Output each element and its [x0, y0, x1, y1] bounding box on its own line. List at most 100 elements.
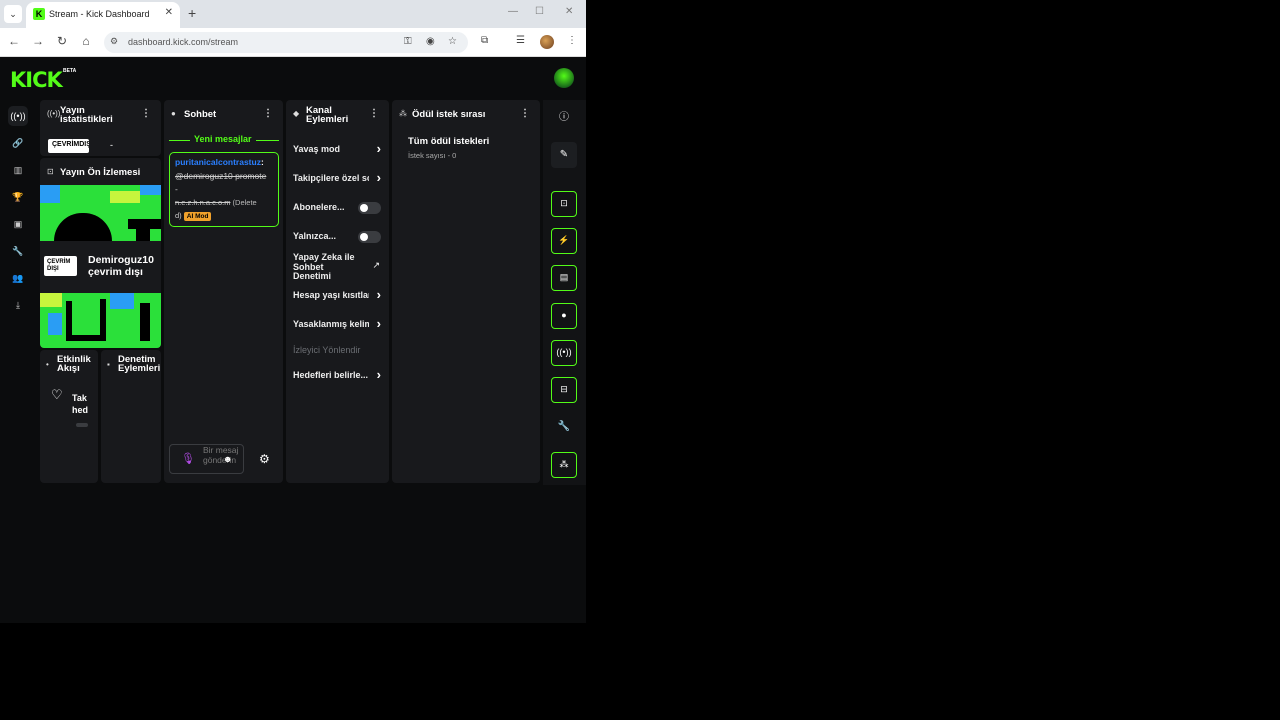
message-line-3: n.e.z.h.n.a.c.o.m (Delete [175, 198, 257, 207]
chevron-right-icon[interactable]: › [377, 316, 381, 331]
channel-actions-title: Kanal Eylemleri [306, 105, 349, 125]
forward-arrow-icon[interactable]: → [30, 34, 46, 48]
chat-input[interactable]: 🎙 Bir mesaj gönderin ☻ [169, 444, 244, 474]
channel-actions-menu-icon[interactable]: ⋮ [369, 108, 379, 119]
message-line-1: @demiroguz10 promote [175, 171, 267, 181]
nav-trophy-icon[interactable]: 🏆 [8, 187, 28, 207]
nav-users-icon[interactable]: 👥 [8, 268, 28, 288]
action-followers-only[interactable]: Takipçilere özel sohbet › [293, 170, 381, 188]
nav-video-library-icon[interactable]: ▣ [8, 214, 28, 234]
maximize-icon[interactable]: ☐ [535, 6, 544, 17]
profile-avatar[interactable] [540, 35, 554, 49]
panel-broadcast-icon[interactable]: ((•)) [551, 340, 577, 366]
browser-menu-icon[interactable]: ⋮ [567, 35, 577, 46]
edit-pencil-icon[interactable]: ✎ [551, 142, 577, 168]
browser-window: ⌄ K Stream - Kick Dashboard ✕ + — ☐ ✕ ← … [0, 0, 586, 623]
offline-status-badge: ÇEVRİMDIŞI [48, 139, 89, 153]
channel-actions-icon: ◆ [293, 109, 300, 118]
stream-preview-panel: ⊡ Yayın Ön İzlemesi ÇEVRİM DIŞI Demirogu… [40, 158, 161, 348]
kick-logo[interactable]: KICK [10, 68, 63, 92]
account-age-label: Hesap yaşı kısıtlaması [293, 290, 369, 300]
action-account-age[interactable]: Hesap yaşı kısıtlaması › [293, 287, 381, 305]
site-info-icon[interactable]: ⚙ [110, 36, 118, 47]
minimize-icon[interactable]: — [508, 6, 518, 17]
subscribers-only-toggle[interactable] [358, 202, 381, 214]
stats-menu-icon[interactable]: ⋮ [141, 108, 151, 119]
back-arrow-icon[interactable]: ← [6, 34, 22, 48]
activity-feed-panel: • Etkinlik Akışı ♡ Tak hed [40, 350, 98, 483]
rewards-icon: ⁂ [399, 109, 407, 118]
deleted-label: (Delete [232, 198, 257, 207]
stats-value: - [110, 140, 113, 150]
address-bar[interactable]: ⚙ dashboard.kick.com/stream ⚿ ◉ ☆ [104, 32, 468, 53]
window-close-icon[interactable]: ✕ [565, 6, 573, 17]
action-subscribers-only[interactable]: Abonelere... [293, 199, 381, 217]
chevron-right-icon[interactable]: › [377, 367, 381, 382]
microphone-icon[interactable]: 🎙 [181, 452, 195, 465]
nav-wrench-icon[interactable]: 🔧 [8, 241, 28, 261]
chat-settings-gear-icon[interactable]: ⚙ [259, 452, 270, 466]
eye-slash-icon[interactable]: ◉ [426, 36, 435, 47]
stream-stats-panel: ((•)) Yayın istatistikleri ⋮ ÇEVRİMDIŞI … [40, 100, 161, 156]
chat-menu-icon[interactable]: ⋮ [263, 108, 273, 119]
reward-queue-panel: ⁂ Ödül istek sırası ⋮ Tüm ödül istekleri… [392, 100, 540, 483]
message-username[interactable]: puritanicalcontrastuz [175, 157, 261, 167]
panel-layout-icon[interactable]: ⊟ [551, 377, 577, 403]
broadcast-icon: ((•)) [47, 109, 61, 118]
nav-link-icon[interactable]: 🔗 [8, 133, 28, 153]
nav-analytics-chart-icon[interactable]: ▥ [8, 160, 28, 180]
user-avatar[interactable] [554, 68, 574, 88]
message-line-3-text: n.e.z.h.n.a.c.o.m [175, 198, 231, 207]
activity-title: Etkinlik Akışı [57, 354, 91, 374]
action-slow-mode[interactable]: Yavaş mod › [293, 141, 381, 159]
rewards-title: Ödül istek sırası [412, 109, 486, 120]
banned-words-label: Yasaklanmış kelimeler [293, 319, 369, 329]
rewards-menu-icon[interactable]: ⋮ [520, 108, 530, 119]
chat-bubble-icon: ● [171, 109, 176, 118]
nav-stream-broadcast-icon[interactable]: ((•)) [8, 106, 28, 126]
action-only[interactable]: Yalnızca... [293, 228, 381, 246]
activity-item-text: Tak hed [72, 393, 89, 415]
raid-viewers-label: İzleyici Yönlendir [293, 345, 361, 355]
action-banned-words[interactable]: Yasaklanmış kelimeler › [293, 316, 381, 334]
tab-search-chevron-icon[interactable]: ⌄ [4, 5, 22, 23]
bookmark-star-icon[interactable]: ☆ [448, 36, 457, 47]
deleted-label-end: d) [175, 211, 182, 220]
home-icon[interactable]: ⌂ [78, 34, 94, 48]
only-toggle[interactable] [358, 231, 381, 243]
action-set-goals[interactable]: Hedefleri belirle... › [293, 367, 381, 385]
offline-message: Demiroguz10 çevrim dışı [88, 254, 154, 278]
password-key-icon[interactable]: ⚿ [404, 36, 412, 47]
panel-document-icon[interactable]: ▤ [551, 265, 577, 291]
channel-actions-header: ◆ Kanal Eylemleri ⋮ [286, 100, 389, 128]
followers-only-label: Takipçilere özel sohbet [293, 173, 369, 183]
panel-preview-icon[interactable]: ⊡ [551, 191, 577, 217]
browser-toolbar: ← → ↻ ⌂ ⚙ dashboard.kick.com/stream ⚿ ◉ … [0, 28, 586, 57]
chevron-right-icon[interactable]: › [377, 170, 381, 185]
chat-message[interactable]: puritanicalcontrastuz: @demiroguz10 prom… [169, 152, 279, 227]
panel-wrench-icon[interactable]: 🔧 [551, 414, 577, 440]
tab-close-icon[interactable]: ✕ [165, 7, 173, 18]
info-icon[interactable]: ⓘ [551, 105, 577, 131]
reload-icon[interactable]: ↻ [54, 34, 70, 48]
all-reward-requests[interactable]: Tüm ödül istekleri [408, 136, 489, 147]
chevron-right-icon[interactable]: › [377, 287, 381, 302]
url-text: dashboard.kick.com/stream [128, 37, 239, 47]
extensions-puzzle-icon[interactable]: ⧉ [481, 35, 488, 46]
new-tab-plus-icon[interactable]: + [188, 5, 196, 21]
activity-scroll-indicator[interactable] [76, 423, 88, 427]
action-ai-moderation[interactable]: Yapay Zeka ile Sohbet Denetimi ↗ [293, 250, 381, 281]
panel-rewards-icon[interactable]: ⁂ [551, 452, 577, 478]
browser-tab-stream[interactable]: K Stream - Kick Dashboard ✕ [26, 2, 180, 28]
nav-download-icon[interactable]: ⤓ [8, 295, 28, 315]
panel-bolt-icon[interactable]: ⚡ [551, 228, 577, 254]
beta-badge: BETA [63, 68, 77, 74]
chat-panel: ● Sohbet ⋮ Yeni mesajlar puritanicalcont… [164, 100, 283, 483]
emoji-icon[interactable]: ☻ [223, 454, 232, 464]
chevron-right-icon[interactable]: › [377, 141, 381, 156]
panel-chat-icon[interactable]: ● [551, 303, 577, 329]
activity-bolt-icon: • [46, 360, 49, 369]
chat-header: ● Sohbet ⋮ [164, 100, 283, 128]
media-controls-icon[interactable]: ☰ [516, 35, 525, 46]
external-link-icon[interactable]: ↗ [372, 260, 380, 271]
